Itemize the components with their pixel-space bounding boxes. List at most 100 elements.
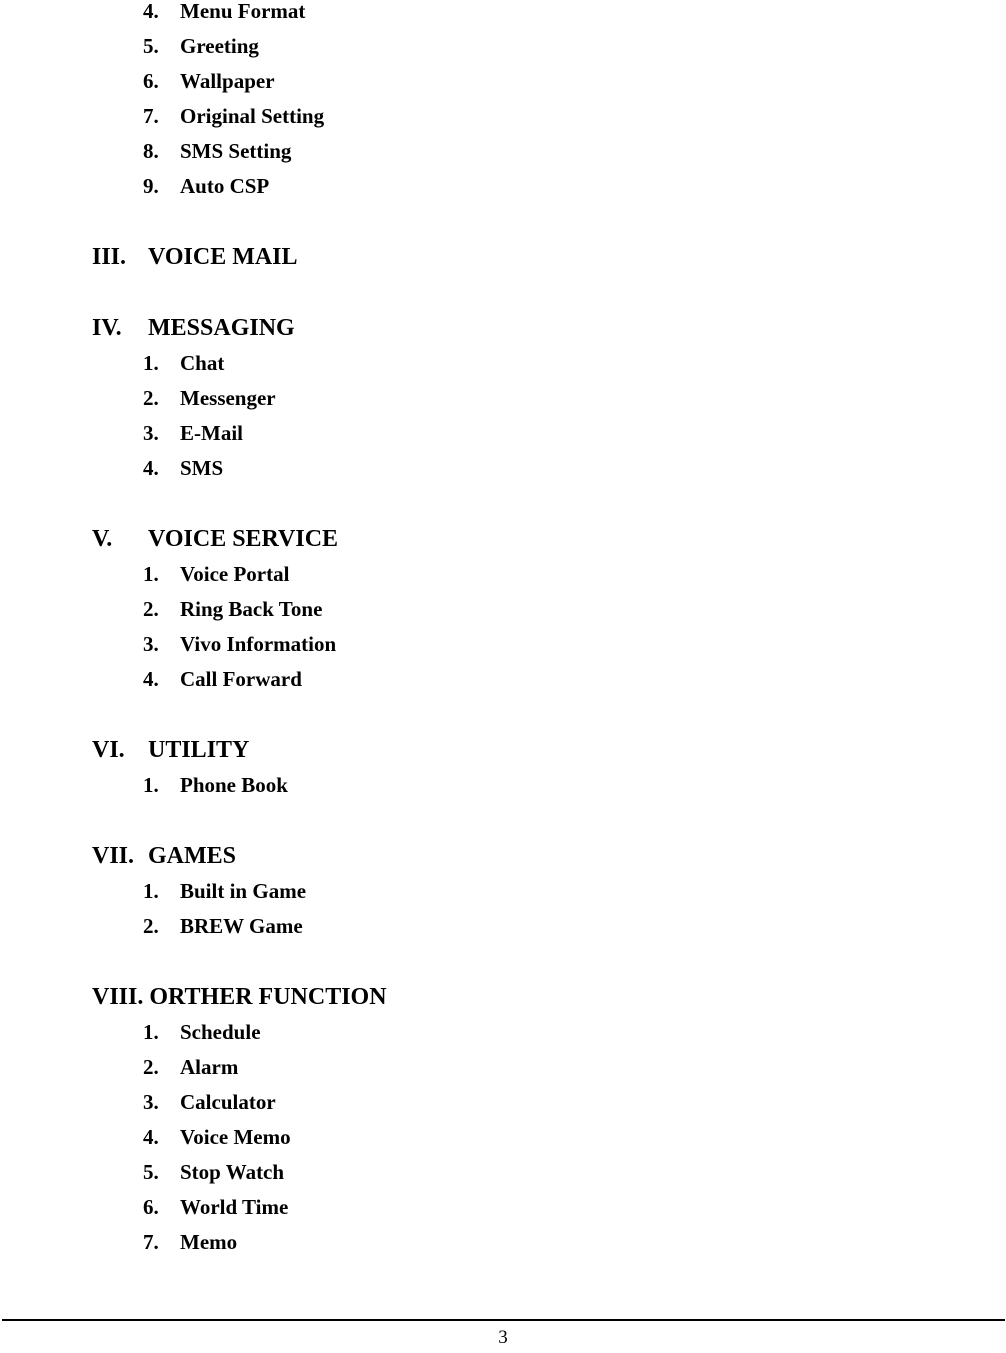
toc-item-number: 7. — [143, 104, 159, 128]
toc-item-number: 8. — [143, 139, 159, 163]
toc-item-number: 5. — [143, 34, 159, 58]
toc-item: 7. Memo — [0, 1225, 1006, 1260]
toc-item-label: E-Mail — [180, 421, 243, 445]
toc-item: 6. World Time — [0, 1190, 1006, 1225]
toc-item: 2. Ring Back Tone — [0, 592, 1006, 627]
toc-item: 5. Stop Watch — [0, 1155, 1006, 1190]
toc-item-number: 9. — [143, 174, 159, 198]
toc-item-label: Voice Portal — [180, 562, 290, 586]
toc-item: 2. Alarm — [0, 1050, 1006, 1085]
toc-section-label: UTILITY — [148, 737, 250, 763]
toc-item: 2. Messenger — [0, 381, 1006, 416]
toc-section-number: VII. — [92, 843, 135, 869]
toc-item-number: 1. — [143, 773, 159, 797]
toc-item-label: Chat — [180, 351, 225, 375]
toc-section-label: VOICE MAIL — [148, 244, 298, 270]
toc-item-label: Messenger — [180, 386, 276, 410]
toc-section-heading: V. VOICE SERVICE — [0, 521, 1006, 557]
toc-section-label: MESSAGING — [148, 315, 295, 341]
page-number: 3 — [498, 1327, 508, 1348]
toc-item: 4. Menu Format — [0, 0, 1006, 29]
toc-item-number: 4. — [143, 0, 159, 23]
toc-item-number: 1. — [143, 1020, 159, 1044]
toc-item-label: Stop Watch — [180, 1160, 285, 1184]
toc-item-number: 2. — [143, 1055, 159, 1079]
toc-section-number: IV. — [92, 315, 122, 341]
toc-item: 7. Original Setting — [0, 99, 1006, 134]
toc-section-heading: VII. GAMES — [0, 838, 1006, 874]
toc-item: 1. Phone Book — [0, 768, 1006, 803]
section-gap — [0, 803, 1006, 838]
toc-item: 9. Auto CSP — [0, 169, 1006, 204]
toc-item-number: 5. — [143, 1160, 159, 1184]
toc-item-number: 7. — [143, 1230, 159, 1254]
toc-item-label: World Time — [180, 1195, 289, 1219]
toc-item-number: 4. — [143, 667, 159, 691]
toc-item-label: Phone Book — [180, 773, 288, 797]
toc-item-label: Built in Game — [180, 879, 307, 903]
toc-item-number: 1. — [143, 351, 159, 375]
toc-item-label: BREW Game — [180, 914, 303, 938]
toc-item-label: Vivo Information — [180, 632, 337, 656]
toc-section-number: VI. — [92, 737, 125, 763]
toc-item-number: 1. — [143, 879, 159, 903]
footer-divider — [2, 1319, 1005, 1321]
toc-item: 1. Chat — [0, 346, 1006, 381]
toc-section-number: V. — [92, 526, 113, 552]
toc-item-label: Memo — [180, 1230, 238, 1254]
toc-item: 8. SMS Setting — [0, 134, 1006, 169]
toc-item-number: 3. — [143, 1090, 159, 1114]
toc-section-heading: III. VOICE MAIL — [0, 239, 1006, 275]
toc-item-number: 2. — [143, 597, 159, 621]
toc-section-number: VIII. — [92, 984, 144, 1010]
document-body: 4. Menu Format 5. Greeting 6. Wallpaper 7. Orig… — [0, 0, 1006, 1260]
toc-item: 1. Voice Portal — [0, 557, 1006, 592]
toc-item: 4. SMS — [0, 451, 1006, 486]
toc-item: 6. Wallpaper — [0, 64, 1006, 99]
toc-item-label: Greeting — [180, 34, 259, 58]
toc-item-label: Wallpaper — [180, 69, 275, 93]
toc-item-number: 3. — [143, 421, 159, 445]
table-of-contents: 4. Menu Format 5. Greeting 6. Wallpaper 7. Orig… — [0, 0, 1006, 1260]
section-gap — [0, 204, 1006, 239]
toc-item-label: SMS — [180, 456, 224, 480]
toc-item: 5. Greeting — [0, 29, 1006, 64]
toc-item-number: 1. — [143, 562, 159, 586]
toc-section-heading: IV. MESSAGING — [0, 310, 1006, 346]
section-gap — [0, 275, 1006, 310]
toc-item-number: 6. — [143, 69, 159, 93]
toc-item-label: Ring Back Tone — [180, 597, 323, 621]
toc-item-label: Call Forward — [180, 667, 302, 691]
toc-item-label: SMS Setting — [180, 139, 292, 163]
toc-item-number: 4. — [143, 456, 159, 480]
toc-section-label: VOICE SERVICE — [148, 526, 339, 552]
toc-item: 1. Schedule — [0, 1015, 1006, 1050]
toc-item-number: 4. — [143, 1125, 159, 1149]
section-gap — [0, 697, 1006, 732]
toc-section-heading: VI. UTILITY — [0, 732, 1006, 768]
toc-item-number: 3. — [143, 632, 159, 656]
toc-item-number: 2. — [143, 914, 159, 938]
toc-item: 3. E-Mail — [0, 416, 1006, 451]
toc-item: 3. Calculator — [0, 1085, 1006, 1120]
toc-item-label: Schedule — [180, 1020, 261, 1044]
toc-section-label: GAMES — [148, 843, 237, 869]
toc-item: 3. Vivo Information — [0, 627, 1006, 662]
toc-item-label: Original Setting — [180, 104, 325, 128]
toc-item-number: 2. — [143, 386, 159, 410]
toc-item-label: Alarm — [180, 1055, 239, 1079]
toc-section-label: ORTHER FUNCTION — [149, 984, 387, 1010]
toc-item-label: Calculator — [180, 1090, 276, 1114]
toc-item: 1. Built in Game — [0, 874, 1006, 909]
toc-item: 2. BREW Game — [0, 909, 1006, 944]
toc-item-label: Auto CSP — [180, 174, 270, 198]
section-gap — [0, 486, 1006, 521]
section-gap — [0, 944, 1006, 979]
toc-item-number: 6. — [143, 1195, 159, 1219]
toc-item: 4. Voice Memo — [0, 1120, 1006, 1155]
toc-item-label: Menu Format — [180, 0, 306, 23]
toc-section-number: III. — [92, 244, 127, 270]
toc-item: 4. Call Forward — [0, 662, 1006, 697]
toc-item-label: Voice Memo — [180, 1125, 291, 1149]
toc-section-heading: VIII. ORTHER FUNCTION — [0, 979, 1006, 1015]
